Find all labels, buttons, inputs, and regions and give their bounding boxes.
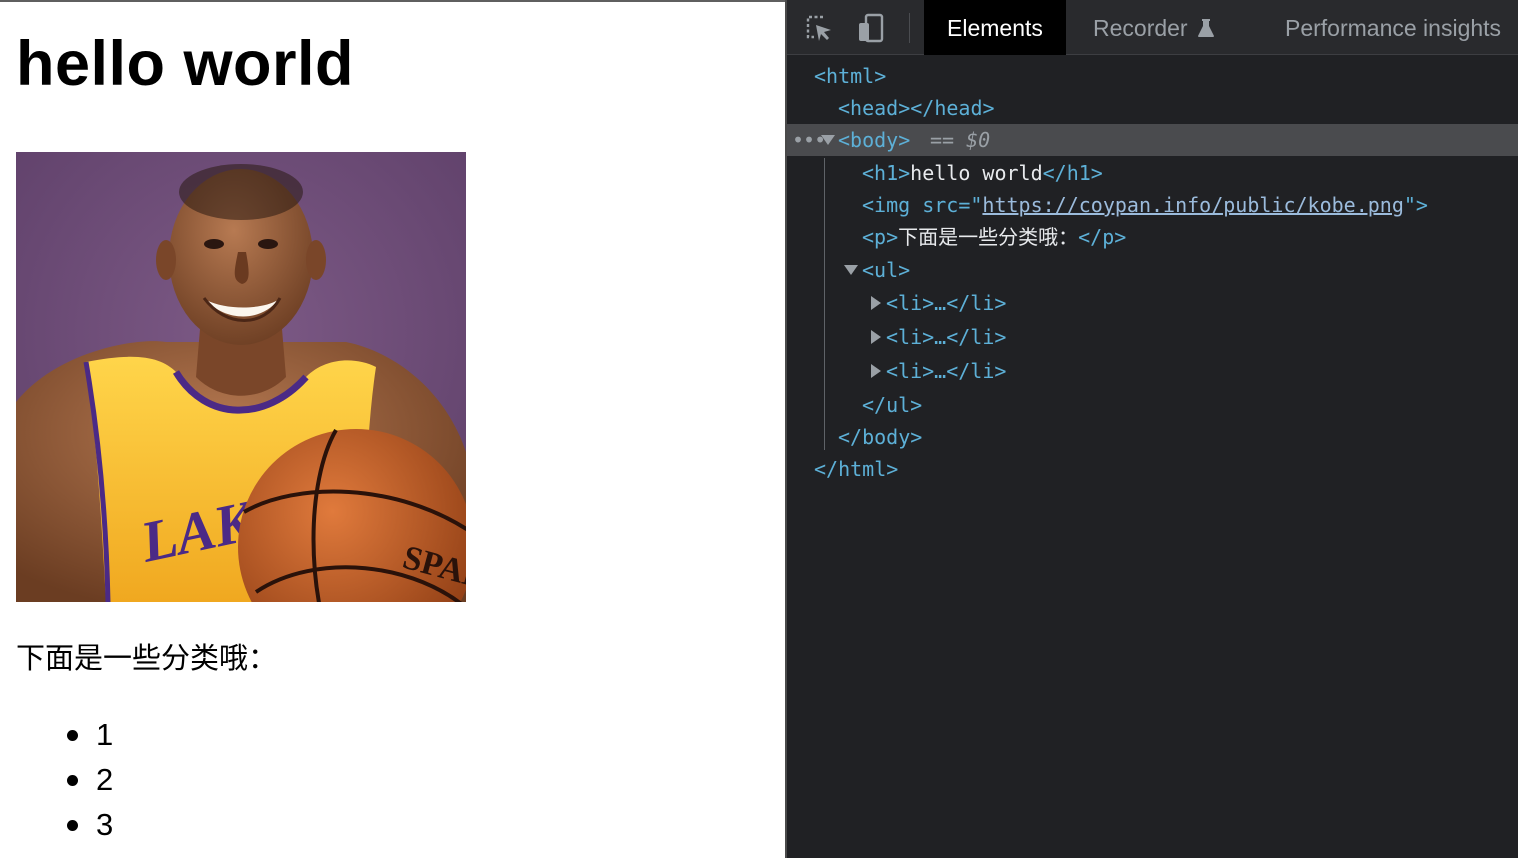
- dom-node-html-close[interactable]: </html>: [787, 453, 1518, 485]
- category-list: 1 2 3: [64, 712, 113, 847]
- dom-node-html-open[interactable]: <html>: [787, 60, 1518, 92]
- tab-elements[interactable]: Elements: [924, 0, 1066, 55]
- expand-arrow-icon[interactable]: [844, 265, 858, 275]
- bullet-icon: [67, 730, 78, 741]
- dom-node-body-close[interactable]: </body>: [787, 421, 1518, 453]
- kobe-photo: LAKE SPAL: [16, 152, 466, 602]
- toolbar-separator: [909, 13, 910, 43]
- body-indent-guide: [824, 158, 825, 450]
- img-src-link[interactable]: https://coypan.info/public/kobe.png: [982, 193, 1403, 217]
- dom-node-li[interactable]: <li>…</li>: [787, 287, 1518, 319]
- dom-node-body-selected[interactable]: ••• <body> == $0: [787, 124, 1518, 156]
- devtools-toolbar: Elements Recorder Performance insights: [787, 0, 1518, 55]
- page-heading: hello world: [16, 29, 355, 99]
- collapsed-arrow-icon[interactable]: [871, 330, 881, 344]
- category-paragraph: 下面是一些分类哦：: [16, 641, 278, 675]
- expand-arrow-icon[interactable]: [821, 135, 835, 145]
- experimental-flask-icon: [1197, 2, 1215, 58]
- dom-node-ul-close[interactable]: </ul>: [787, 389, 1518, 421]
- devtools-panel: Elements Recorder Performance insights <…: [787, 0, 1518, 858]
- list-item: 2: [64, 757, 113, 802]
- collapsed-arrow-icon[interactable]: [871, 296, 881, 310]
- list-item: 1: [64, 712, 113, 757]
- dom-node-head[interactable]: <head></head>: [787, 92, 1518, 124]
- dom-node-li[interactable]: <li>…</li>: [787, 321, 1518, 353]
- tab-performance-insights[interactable]: Performance insights: [1285, 0, 1501, 55]
- device-toolbar-icon[interactable]: [855, 12, 887, 44]
- dom-node-p[interactable]: <p>下面是一些分类哦：</p>: [787, 221, 1518, 253]
- list-item: 3: [64, 802, 113, 847]
- rendered-page: hello world LAKE SPAL 下面是一些分类哦： 1 2 3: [0, 0, 785, 858]
- collapsed-arrow-icon[interactable]: [871, 364, 881, 378]
- inspect-element-icon[interactable]: [803, 12, 835, 44]
- dom-node-img[interactable]: <img src="https://coypan.info/public/kob…: [787, 189, 1518, 221]
- dom-node-h1[interactable]: <h1>hello world</h1>: [787, 157, 1518, 189]
- bullet-icon: [67, 775, 78, 786]
- bullet-icon: [67, 820, 78, 831]
- tab-recorder[interactable]: Recorder: [1093, 0, 1215, 55]
- dom-node-li[interactable]: <li>…</li>: [787, 355, 1518, 387]
- dom-node-ul-open[interactable]: <ul>: [787, 254, 1518, 286]
